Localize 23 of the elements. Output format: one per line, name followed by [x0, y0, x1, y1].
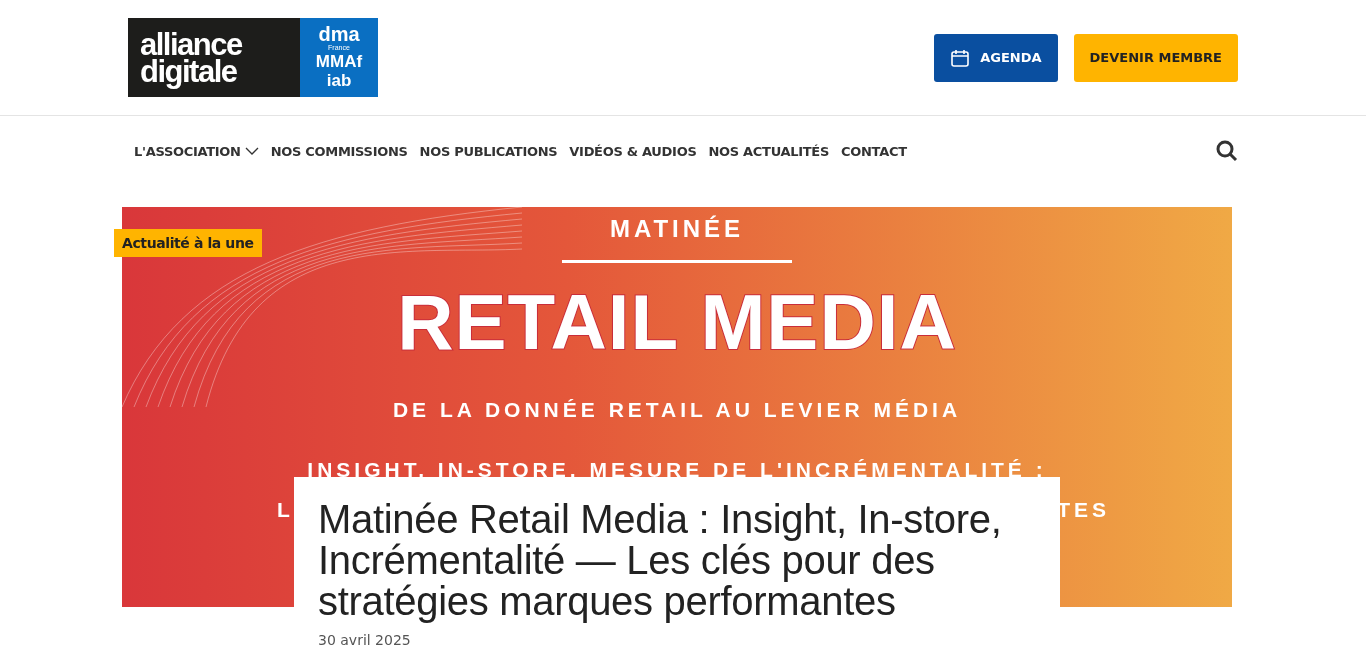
article-title[interactable]: Matinée Retail Media : Insight, In-store, Incrémentalité — Les clés pour des stratégies marques performantes	[318, 499, 1040, 622]
calendar-icon	[950, 47, 971, 68]
banner-text: RETAIL MEDIA	[397, 277, 957, 367]
partner-logo-text: dma	[318, 25, 360, 44]
nav-link[interactable]: VIDÉOS & AUDIOS	[569, 143, 697, 159]
member-button[interactable]: DEVENIR MEMBRE	[1073, 33, 1238, 82]
nav-link[interactable]: NOS ACTUALITÉS	[708, 143, 829, 159]
nav-link[interactable]: CONTACT	[841, 143, 907, 159]
partner-logo-text: iab	[326, 71, 352, 90]
logo-text: alliance	[140, 30, 243, 58]
nav-link[interactable]: L'ASSOCIATION	[134, 143, 259, 159]
partner-logo-text: MMAf	[315, 52, 363, 71]
featured-badge: Actualité à la une	[114, 229, 262, 257]
nav-link[interactable]: NOS PUBLICATIONS	[419, 143, 558, 159]
banner-text: TES	[1057, 497, 1110, 523]
agenda-button[interactable]: AGENDA	[934, 33, 1058, 82]
banner-text: L	[277, 497, 294, 523]
article-date: 30 avril 2025	[318, 632, 412, 648]
nav-link[interactable]: NOS COMMISSIONS	[270, 143, 408, 159]
banner-text: DE LA DONNÉE RETAIL AU LEVIER MÉDIA	[392, 397, 962, 423]
banner-text: MATINÉE	[609, 214, 745, 244]
article-card[interactable]: Matinée Retail Media : Insight, In-store, Incrémentalité — Les clés pour des stratégies marques performantes 30 avril 2025	[294, 477, 1060, 648]
search-icon[interactable]	[1216, 140, 1238, 162]
